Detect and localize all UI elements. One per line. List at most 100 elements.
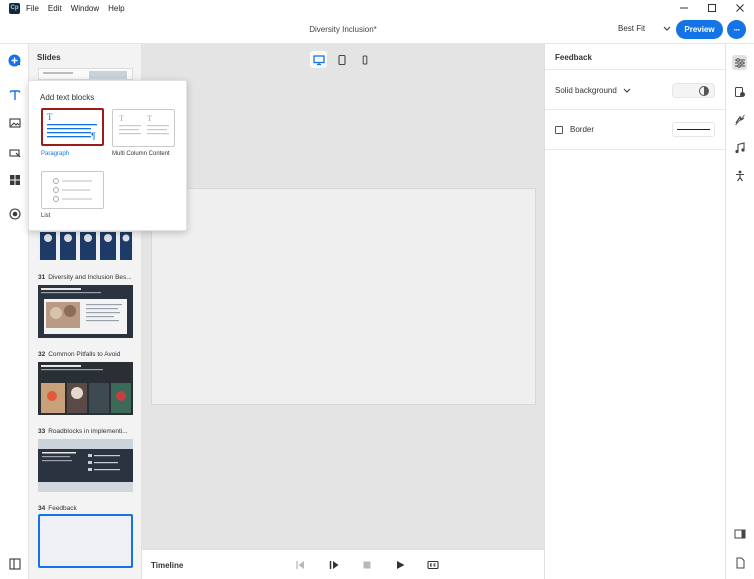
slide-thumbnail-30[interactable] (38, 232, 133, 260)
properties-icon[interactable] (732, 55, 747, 70)
canvas-area (142, 44, 544, 549)
interactions-icon[interactable] (732, 112, 747, 127)
tablet-icon (337, 54, 346, 65)
slide-label-31[interactable]: 31 Diversity and Inclusion Bes... (38, 274, 132, 281)
play-button[interactable] (393, 558, 407, 572)
menu-window[interactable]: Window (71, 4, 99, 13)
play-icon (397, 561, 405, 569)
close-window-button[interactable] (726, 0, 754, 16)
slide-number: 33 (38, 428, 46, 435)
animation-icon[interactable] (732, 168, 747, 183)
add-text-blocks-popup: Add text blocks T ¶ Paragraph T T Multi … (28, 80, 187, 231)
paragraph-block-card[interactable]: T ¶ (41, 108, 104, 146)
slide-label-33[interactable]: 33 Roadblocks in implementi... (38, 428, 128, 435)
slide-thumbnail-34-selected[interactable] (38, 514, 133, 568)
divider (545, 149, 726, 150)
properties-panel: Feedback Solid background Border (544, 44, 726, 579)
desktop-view-button[interactable] (310, 51, 327, 68)
fit-select[interactable]: Best Fit (618, 24, 671, 33)
add-icon[interactable] (7, 53, 22, 68)
popup-title: Add text blocks (40, 93, 95, 102)
accessibility-icon[interactable] (732, 84, 747, 99)
slide-title: Common Pitfalls to Avoid (48, 351, 121, 358)
app-logo: Cp (9, 2, 20, 14)
media-icon[interactable] (7, 115, 22, 130)
more-options-button[interactable]: ··· (727, 20, 746, 39)
document-title: Diversity Inclusion* (309, 25, 377, 34)
background-color-swatch[interactable] (672, 83, 715, 98)
paragraph-block-icon: T ¶ (47, 112, 97, 141)
document-icon[interactable] (732, 555, 747, 570)
rewind-icon (296, 561, 304, 569)
desktop-icon (312, 54, 325, 65)
play-from-here-button[interactable] (327, 558, 341, 572)
multi-column-block-card[interactable]: T T (112, 109, 175, 147)
svg-text:¶: ¶ (91, 131, 96, 141)
slide-title: Feedback (48, 505, 77, 512)
slides-panel-title: Slides (37, 53, 61, 62)
maximize-icon (708, 4, 716, 12)
divider (545, 109, 726, 110)
border-label: Border (570, 125, 595, 134)
border-style-swatch[interactable] (672, 122, 715, 137)
border-checkbox[interactable] (555, 126, 563, 134)
collapse-panel-icon[interactable] (7, 556, 22, 571)
slide-thumbnail-31[interactable] (38, 285, 133, 338)
properties-title: Feedback (555, 53, 592, 62)
list-label[interactable]: List (41, 213, 50, 219)
timeline-bar: Timeline (142, 549, 544, 579)
multi-column-label[interactable]: Multi Column Content (112, 151, 170, 157)
slide-title: Diversity and Inclusion Bes... (48, 274, 132, 281)
slide-thumbnail-32[interactable] (38, 362, 133, 415)
list-block-card[interactable] (41, 171, 104, 209)
chevron-down-icon (663, 26, 671, 31)
list-block-icon (53, 178, 92, 202)
menu-file[interactable]: File (26, 4, 39, 13)
svg-text:T: T (147, 114, 152, 123)
paragraph-label[interactable]: Paragraph (41, 151, 69, 157)
slide-number: 32 (38, 351, 46, 358)
minimize-icon (680, 7, 688, 9)
slide-number: 31 (38, 274, 46, 281)
fit-select-value: Best Fit (618, 24, 646, 33)
text-icon[interactable] (7, 87, 22, 102)
widgets-icon[interactable] (7, 172, 22, 187)
menu-bar: Cp File Edit Window Help (0, 0, 754, 16)
mobile-icon (362, 55, 367, 64)
menu-help[interactable]: Help (108, 4, 124, 13)
tablet-view-button[interactable] (333, 51, 350, 68)
close-icon (736, 4, 744, 12)
stop-icon (363, 561, 371, 569)
closed-captions-button[interactable] (426, 558, 440, 572)
app-header: Diversity Inclusion* Best Fit Preview ··… (0, 16, 754, 44)
slide-thumbnail-partial[interactable] (38, 68, 133, 80)
play-from-icon (329, 561, 339, 569)
stop-button[interactable] (360, 558, 374, 572)
divider (545, 69, 726, 70)
svg-text:T: T (47, 112, 53, 122)
rewind-button[interactable] (293, 558, 307, 572)
closed-captions-icon (427, 560, 439, 570)
color-fill-icon (699, 86, 709, 96)
minimize-button[interactable] (670, 0, 698, 16)
slide-thumbnail-33[interactable] (38, 439, 133, 492)
window-controls (670, 0, 754, 16)
menu-edit[interactable]: Edit (48, 4, 62, 13)
svg-text:T: T (119, 114, 124, 123)
slide-number: 34 (38, 505, 46, 512)
timeline-label[interactable]: Timeline (151, 561, 183, 570)
chevron-down-icon (623, 88, 631, 93)
mobile-view-button[interactable] (356, 51, 373, 68)
maximize-button[interactable] (698, 0, 726, 16)
device-preview-bar (310, 51, 373, 68)
multi-column-block-icon: T T (119, 114, 169, 135)
interaction-icon[interactable] (7, 145, 22, 160)
preview-button[interactable]: Preview (676, 20, 723, 39)
slide-label-34[interactable]: 34 Feedback (38, 505, 77, 512)
slide-label-32[interactable]: 32 Common Pitfalls to Avoid (38, 351, 120, 358)
background-type-select[interactable]: Solid background (555, 86, 631, 95)
audio-icon[interactable] (732, 140, 747, 155)
record-icon[interactable] (7, 206, 22, 221)
slide-canvas[interactable] (151, 188, 536, 405)
panel-toggle-icon[interactable] (732, 526, 747, 541)
